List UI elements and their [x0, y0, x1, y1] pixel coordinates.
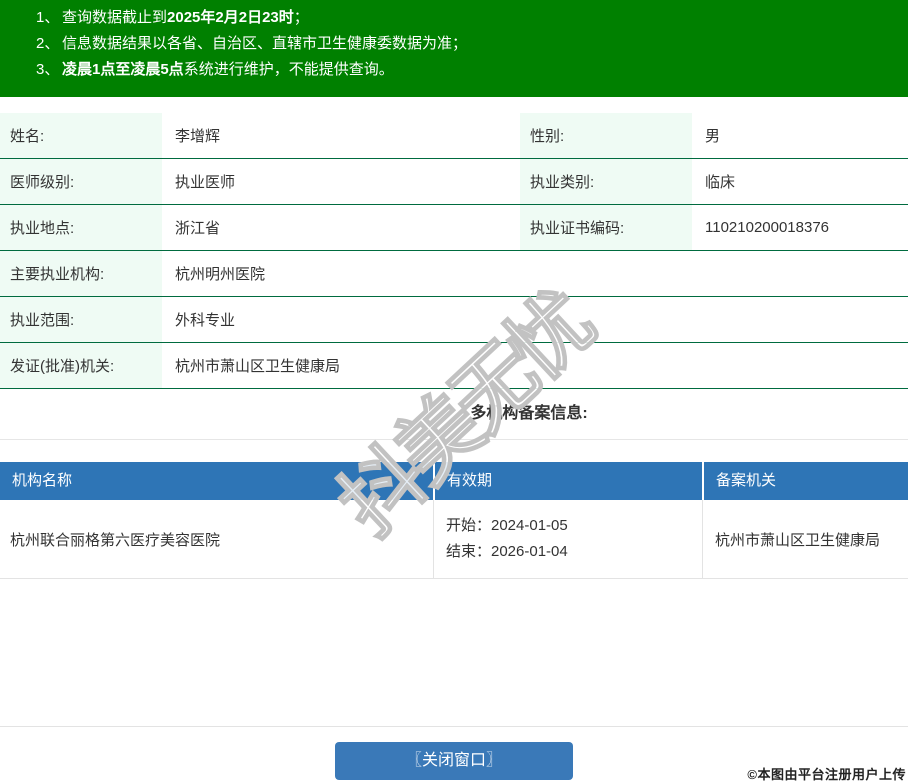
records-section-title-row: 多机构备案信息:	[0, 389, 908, 440]
close-window-button[interactable]: 〖关闭窗口〗	[335, 742, 573, 780]
notice-text: 查询数据截止到	[62, 9, 167, 26]
notice-banner: 1、查询数据截止到2025年2月2日23时； 2、信息数据结果以各省、自治区、直…	[0, 0, 908, 97]
notice-text: 系统进行维护，不能提供查询。	[184, 61, 394, 78]
field-label-practice-scope: 执业范围:	[0, 297, 162, 342]
table-row: 主要执业机构: 杭州明州医院	[0, 251, 908, 297]
field-label-gender: 性别:	[520, 113, 692, 158]
field-value-main-institution: 杭州明州医院	[162, 251, 908, 296]
field-value-doctor-level: 执业医师	[162, 159, 520, 204]
field-label-name: 姓名:	[0, 113, 162, 158]
column-header-institution-name: 机构名称	[0, 462, 433, 500]
field-label-issuing-authority: 发证(批准)机关:	[0, 343, 162, 388]
records-table: 机构名称 有效期 备案机关 杭州联合丽格第六医疗美容医院 开始：2024-01-…	[0, 462, 908, 579]
field-value-name: 李增辉	[162, 113, 520, 158]
records-table-header: 机构名称 有效期 备案机关	[0, 462, 908, 500]
notice-number: 2、	[36, 31, 62, 57]
notice-line-2: 2、信息数据结果以各省、自治区、直辖市卫生健康委数据为准；	[36, 31, 898, 57]
validity-end: 结束：2026-01-04	[446, 539, 702, 565]
table-row: 发证(批准)机关: 杭州市萧山区卫生健康局	[0, 343, 908, 389]
field-label-practice-category: 执业类别:	[520, 159, 692, 204]
table-row: 杭州联合丽格第六医疗美容医院 开始：2024-01-05 结束：2026-01-…	[0, 500, 908, 579]
field-value-practice-category: 临床	[692, 159, 908, 204]
table-row: 执业范围: 外科专业	[0, 297, 908, 343]
notice-number: 1、	[36, 5, 62, 31]
field-label-practice-location: 执业地点:	[0, 205, 162, 250]
notice-text-bold: 凌晨1点至凌晨5点	[62, 61, 184, 78]
table-row: 姓名: 李增辉 性别: 男	[0, 113, 908, 159]
notice-line-3: 3、凌晨1点至凌晨5点系统进行维护，不能提供查询。	[36, 57, 898, 83]
record-validity-period: 开始：2024-01-05 结束：2026-01-04	[433, 500, 702, 578]
field-label-doctor-level: 医师级别:	[0, 159, 162, 204]
section-title: 多机构备案信息:	[470, 405, 587, 422]
record-institution-name: 杭州联合丽格第六医疗美容医院	[0, 500, 433, 578]
field-value-license-number: 110210200018376	[692, 205, 908, 250]
table-row: 执业地点: 浙江省 执业证书编码: 110210200018376	[0, 205, 908, 251]
notice-text: ；	[294, 9, 309, 26]
notice-number: 3、	[36, 57, 62, 83]
practitioner-info-table: 姓名: 李增辉 性别: 男 医师级别: 执业医师 执业类别: 临床 执业地点: …	[0, 113, 908, 389]
field-label-main-institution: 主要执业机构:	[0, 251, 162, 296]
notice-text-bold: 2025年2月2日23时	[167, 9, 294, 26]
table-row: 医师级别: 执业医师 执业类别: 临床	[0, 159, 908, 205]
field-value-practice-scope: 外科专业	[162, 297, 908, 342]
notice-line-1: 1、查询数据截止到2025年2月2日23时；	[36, 5, 898, 31]
field-value-issuing-authority: 杭州市萧山区卫生健康局	[162, 343, 908, 388]
column-header-validity-period: 有效期	[433, 462, 702, 500]
field-value-practice-location: 浙江省	[162, 205, 520, 250]
field-value-gender: 男	[692, 113, 908, 158]
validity-start: 开始：2024-01-05	[446, 513, 702, 539]
record-authority: 杭州市萧山区卫生健康局	[702, 500, 906, 578]
column-header-record-authority: 备案机关	[702, 462, 906, 500]
field-label-license-number: 执业证书编码:	[520, 205, 692, 250]
notice-text: 信息数据结果以各省、自治区、直辖市卫生健康委数据为准；	[62, 35, 467, 52]
copyright-stamp: ©本图由平台注册用户上传	[747, 764, 906, 783]
